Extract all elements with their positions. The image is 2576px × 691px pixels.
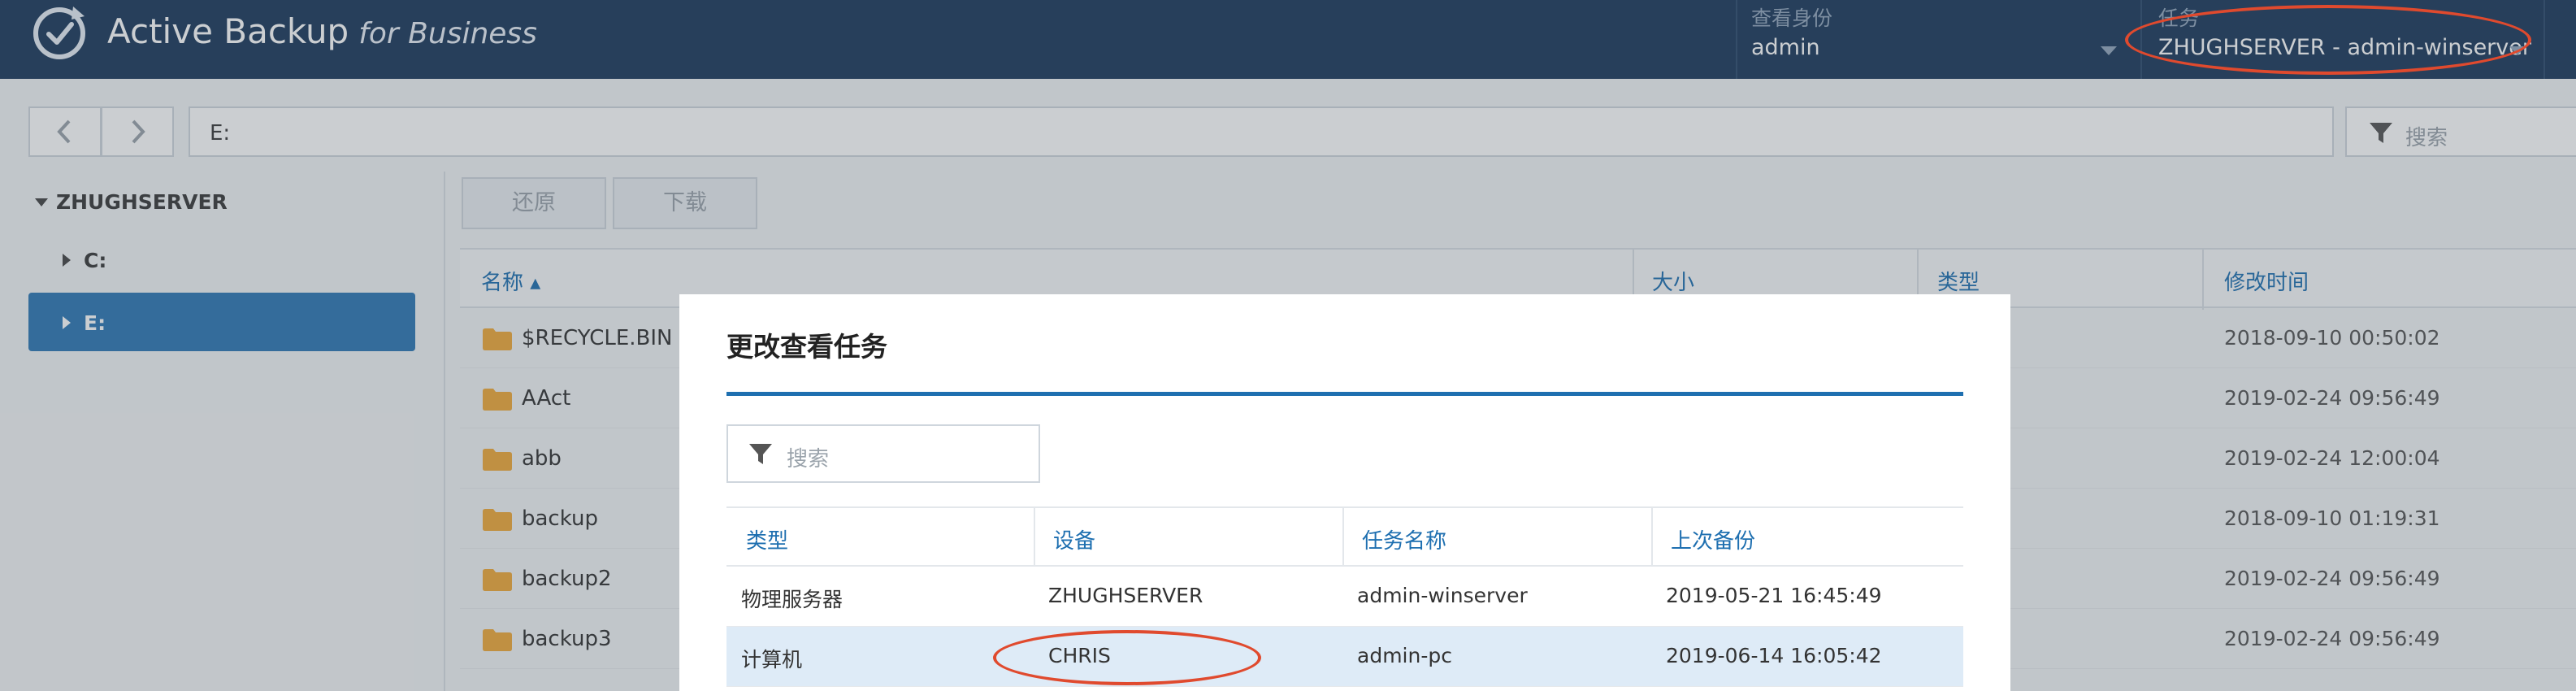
task-last-backup: 2019-06-14 16:05:42 — [1666, 644, 1882, 667]
task-search-input[interactable]: 搜索 — [726, 424, 1040, 483]
task-type: 物理服务器 — [741, 588, 843, 611]
task-search-placeholder: 搜索 — [787, 447, 830, 472]
col-device-header[interactable]: 设备 — [1053, 524, 1095, 554]
dialog-title-underline — [726, 392, 1963, 396]
column-divider — [1651, 508, 1653, 567]
annotation-ellipse-device — [993, 630, 1261, 685]
change-task-dialog: 更改查看任务 搜索 类型 设备 任务名称 上次备份 物理服务器 ZHUGHSER… — [679, 294, 2010, 691]
dialog-title: 更改查看任务 — [726, 331, 887, 363]
task-last-backup: 2019-05-21 16:45:49 — [1666, 584, 1882, 607]
task-device: ZHUGHSERVER — [1048, 584, 1203, 607]
task-name: admin-pc — [1357, 644, 1452, 667]
task-type: 计算机 — [741, 648, 803, 671]
task-row-selected[interactable]: 计算机 CHRIS admin-pc 2019-06-14 16:05:42 — [726, 627, 1963, 687]
column-divider — [1342, 508, 1344, 567]
col-task-name-header[interactable]: 任务名称 — [1362, 524, 1446, 554]
col-last-backup-header[interactable]: 上次备份 — [1671, 524, 1755, 554]
col-type-header[interactable]: 类型 — [746, 524, 788, 554]
filter-icon — [749, 444, 772, 464]
task-name: admin-winserver — [1357, 584, 1528, 607]
task-row[interactable]: 物理服务器 ZHUGHSERVER admin-winserver 2019-0… — [726, 567, 1963, 627]
column-divider — [1034, 508, 1035, 567]
task-table-header: 类型 设备 任务名称 上次备份 — [726, 506, 1963, 567]
annotation-ellipse-task — [2125, 5, 2531, 75]
